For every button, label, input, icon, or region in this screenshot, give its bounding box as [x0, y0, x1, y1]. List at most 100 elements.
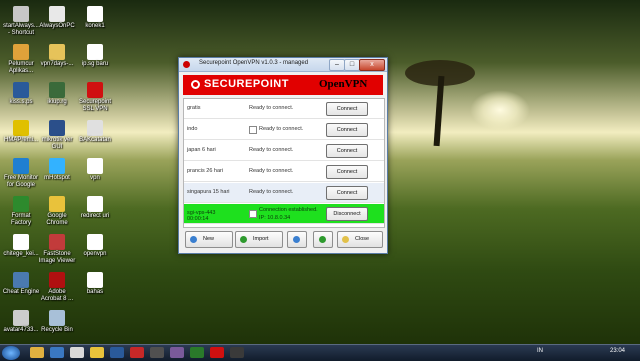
connection-row[interactable]: gratis Ready to connect. Connect [184, 99, 384, 119]
desktop-icon[interactable]: Securepoint SSL VPN [76, 82, 114, 113]
desktop-icon-label: bahas [86, 289, 104, 295]
connect-button[interactable]: Connect [326, 102, 368, 116]
desktop-icon-label: mikrotik ver GUI [41, 137, 73, 150]
taskbar-app-icon[interactable] [230, 347, 244, 358]
desktop-icon-label: vpn [90, 175, 100, 181]
connect-button[interactable]: Connect [326, 186, 368, 200]
new-button[interactable]: New [185, 231, 233, 248]
import-button-label: Import [253, 236, 269, 242]
close-button[interactable]: Close [337, 231, 383, 248]
taskbar-app-icon[interactable] [170, 347, 184, 358]
taskbar-app-icon[interactable] [70, 347, 84, 358]
app-icon [87, 196, 103, 212]
desktop-icon-label: openvpn [83, 251, 107, 257]
securepoint-openvpn-window: Securepoint OpenVPN v1.0.3 - managed – □… [178, 57, 388, 254]
app-icon [13, 158, 29, 174]
app-icon [87, 234, 103, 250]
window-title: Securepoint OpenVPN v1.0.3 - managed [199, 60, 309, 66]
desktop-icon[interactable]: openvpn [76, 234, 114, 258]
title-bar[interactable]: Securepoint OpenVPN v1.0.3 - managed – □… [179, 58, 387, 72]
connection-row[interactable]: sgi-vps-443 00:00:14 Connection establishe… [184, 204, 384, 224]
desktop-icon-label: Pelumcur Aplikas... [8, 61, 34, 74]
app-icon [87, 120, 103, 136]
desktop-icon[interactable]: startAlways... - Shortcut [2, 6, 40, 37]
status-icon [249, 210, 257, 218]
securepoint-logo-icon [191, 80, 200, 89]
securepoint-banner: SECUREPOINT OpenVPN [183, 75, 383, 95]
securepoint-taskbar-icon[interactable] [210, 347, 224, 358]
connection-row[interactable]: prancis 26 hari Ready to connect. Connect [184, 162, 384, 182]
explorer-icon[interactable] [30, 347, 44, 358]
desktop-icon[interactable]: BAKcatatan [76, 120, 114, 144]
app-icon [13, 44, 29, 60]
chrome-icon[interactable] [90, 347, 104, 358]
desktop-icon[interactable]: chitege_kei... [2, 234, 40, 258]
desktop-icon-label: Free Monitor for Google [3, 175, 38, 188]
connect-button[interactable]: Connect [326, 165, 368, 179]
app-icon [49, 82, 65, 98]
desktop-icon[interactable]: Cheat Engine [2, 272, 40, 296]
taskbar-app-icon[interactable] [190, 347, 204, 358]
desktop-icon[interactable]: konek1 [76, 6, 114, 30]
app-icon [13, 6, 29, 22]
connect-button[interactable]: Connect [326, 144, 368, 158]
taskbar-app-icon[interactable] [50, 347, 64, 358]
app-icon [87, 272, 103, 288]
import-button[interactable]: Import [235, 231, 283, 248]
app-icon [49, 44, 65, 60]
desktop-icon[interactable]: vpn7days-... [38, 44, 76, 68]
desktop-icon[interactable]: redirect uri [76, 196, 114, 220]
desktop-icon[interactable]: ip.sg baru [76, 44, 114, 68]
desktop-icon[interactable]: vpn [76, 158, 114, 182]
disconnect-button[interactable]: Disconnect [326, 207, 368, 221]
connection-row[interactable]: japan 6 hari Ready to connect. Connect [184, 141, 384, 161]
import-arrow-icon [240, 236, 247, 243]
desktop-icon-label: Google Chrome [46, 213, 68, 226]
connection-name: prancis 26 hari [187, 168, 224, 174]
desktop-icons: startAlways... - Shortcut AlwaysOnPC konek… [0, 0, 120, 344]
desktop-icon[interactable]: FastStone Image Viewer [38, 234, 76, 265]
clock[interactable]: 23:04 [610, 348, 625, 354]
close-door-icon [342, 236, 349, 243]
taskbar-app-icon[interactable] [110, 347, 124, 358]
desktop-icon[interactable]: avatar4733... [2, 310, 40, 334]
desktop-icon[interactable]: Pelumcur Aplikas... [2, 44, 40, 75]
minimize-button[interactable]: – [329, 59, 345, 71]
desktop-icon[interactable]: kiss.s.ps [2, 82, 40, 106]
taskbar-app-icon[interactable] [150, 347, 164, 358]
download-arrow-icon [319, 236, 326, 243]
desktop-icon[interactable]: ikiup.rg [38, 82, 76, 106]
download-button[interactable] [313, 231, 333, 248]
app-icon [183, 61, 190, 68]
app-icon [13, 120, 29, 136]
desktop-icon-label: chitege_kei... [3, 251, 39, 257]
app-icon [49, 272, 65, 288]
status-icon [249, 126, 257, 134]
banner-product: OpenVPN [319, 78, 368, 90]
wallpaper-sun [470, 90, 530, 130]
start-button[interactable] [2, 346, 20, 360]
app-icon [13, 82, 29, 98]
connection-row[interactable]: singapura 15 hari Ready to connect. Connec… [184, 183, 384, 203]
close-window-button[interactable]: x [359, 59, 385, 71]
refresh-button[interactable] [287, 231, 307, 248]
desktop-icon[interactable]: Format Factory [2, 196, 40, 227]
desktop-icon-label: vpn7days-... [40, 61, 74, 67]
desktop-icon[interactable]: Free Monitor for Google [2, 158, 40, 189]
desktop-icon[interactable]: Adobe Acrobat 8 ... [38, 272, 76, 303]
desktop-icon-label: BAKcatatan [79, 137, 111, 143]
desktop-icon[interactable]: Google Chrome [38, 196, 76, 227]
desktop-icon[interactable]: bahas [76, 272, 114, 296]
taskbar-app-icon[interactable] [130, 347, 144, 358]
taskbar: IN 23:04 [0, 344, 640, 361]
connection-row[interactable]: indo Ready to connect. Connect [184, 120, 384, 140]
desktop-icon[interactable]: Recycle Bin [38, 310, 76, 334]
language-indicator[interactable]: IN [537, 348, 543, 354]
connect-button[interactable]: Connect [326, 123, 368, 137]
desktop-icon[interactable]: AlwaysOnPC [38, 6, 76, 30]
desktop-icon[interactable]: mHotspot [38, 158, 76, 182]
desktop-icon[interactable]: HMAPremi... [2, 120, 40, 144]
connection-status: Ready to connect. [249, 105, 294, 111]
desktop-icon[interactable]: mikrotik ver GUI [38, 120, 76, 151]
maximize-button[interactable]: □ [344, 59, 360, 71]
